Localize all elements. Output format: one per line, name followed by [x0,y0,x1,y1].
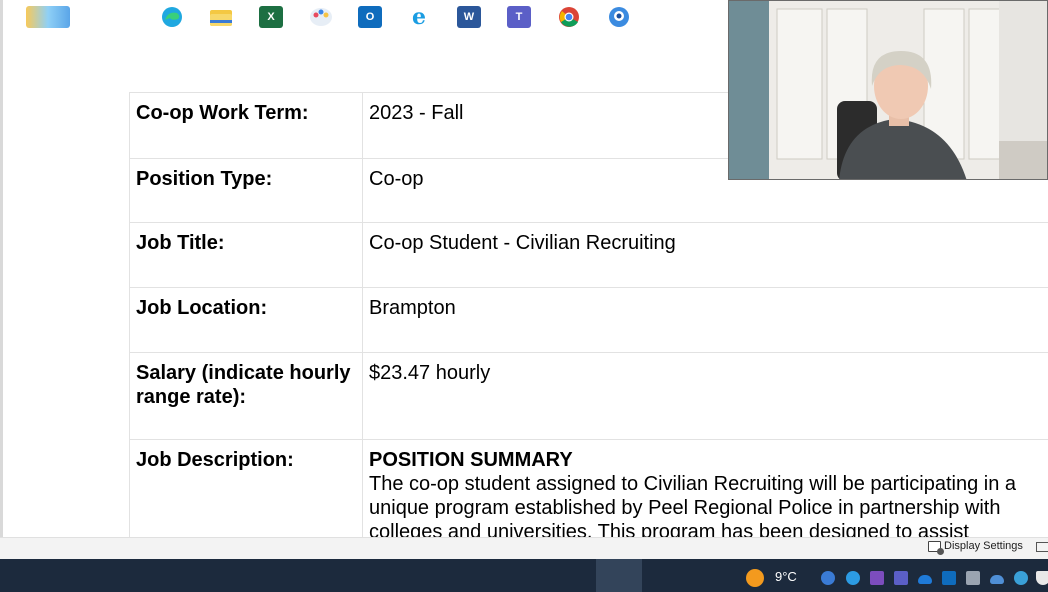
file-explorer-icon[interactable] [209,6,233,28]
table-row: Job Title: Co-op Student - Civilian Recr… [129,222,1048,288]
table-row: Job Description: POSITION SUMMARY The co… [129,439,1048,537]
cloud-tray-icon[interactable] [990,575,1004,584]
table-row: Job Location: Brampton [129,287,1048,353]
excel-icon[interactable]: X [259,6,283,28]
page-edge [0,0,3,537]
active-app-highlight [596,559,642,592]
row-label: Position Type: [129,158,363,223]
row-value: $23.47 hourly [362,352,1048,440]
widgets-icon[interactable] [26,6,70,28]
internet-explorer-icon[interactable]: e [407,4,431,30]
security-shield-icon[interactable] [1036,571,1048,585]
row-label: Job Title: [129,222,363,288]
webcam-overlay [728,0,1048,180]
row-label: Salary (indicate hourly range rate): [129,352,363,440]
display-settings-icon [928,540,944,555]
row-label: Job Location: [129,287,363,353]
outlook-icon[interactable]: O [358,6,382,28]
table-row: Salary (indicate hourly range rate): $23… [129,352,1048,440]
outlook-tray-icon[interactable] [942,571,956,585]
webcam-image [729,1,1047,179]
row-label: Job Description: [129,439,363,537]
row-value: Brampton [362,287,1048,353]
task-view-icon[interactable] [110,6,134,28]
position-summary-heading: POSITION SUMMARY [369,449,573,471]
paint-icon[interactable] [309,6,333,28]
skype-icon[interactable] [846,571,860,585]
word-icon[interactable]: W [457,6,481,28]
status-bar [0,537,1048,559]
network-tray-icon[interactable] [1014,571,1028,585]
job-description: POSITION SUMMARY The co-op student assig… [362,439,1048,537]
onedrive-icon[interactable] [918,575,932,584]
onenote-icon[interactable] [870,571,884,585]
display-settings-label: Display Settings [944,540,1023,552]
edge-icon[interactable] [160,6,184,28]
row-value: Co-op Student - Civilian Recruiting [362,222,1048,288]
description-text: The co-op student assigned to Civilian R… [369,473,1017,537]
chrome-icon[interactable] [557,6,581,28]
tray-app-icon[interactable] [821,571,835,585]
weather-icon[interactable] [746,569,764,587]
teams-tray-icon[interactable] [894,571,908,585]
device-tray-icon[interactable] [966,571,980,585]
webcam-app-icon[interactable] [607,6,631,28]
reading-mode-icon[interactable] [1036,542,1048,552]
taskbar [0,559,1048,592]
teams-icon[interactable]: T [507,6,531,28]
display-settings-button[interactable]: Display Settings [928,540,1023,555]
weather-temperature[interactable]: 9°C [775,569,797,584]
row-label: Co-op Work Term: [129,92,363,159]
